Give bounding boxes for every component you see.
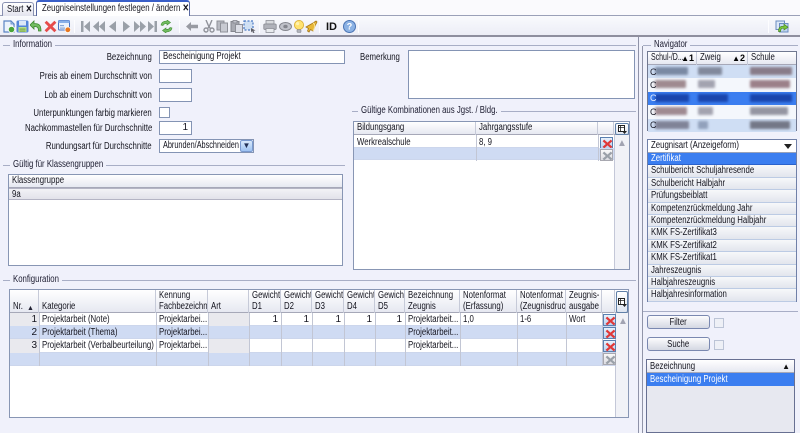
svg-text:?: ?: [347, 22, 353, 32]
